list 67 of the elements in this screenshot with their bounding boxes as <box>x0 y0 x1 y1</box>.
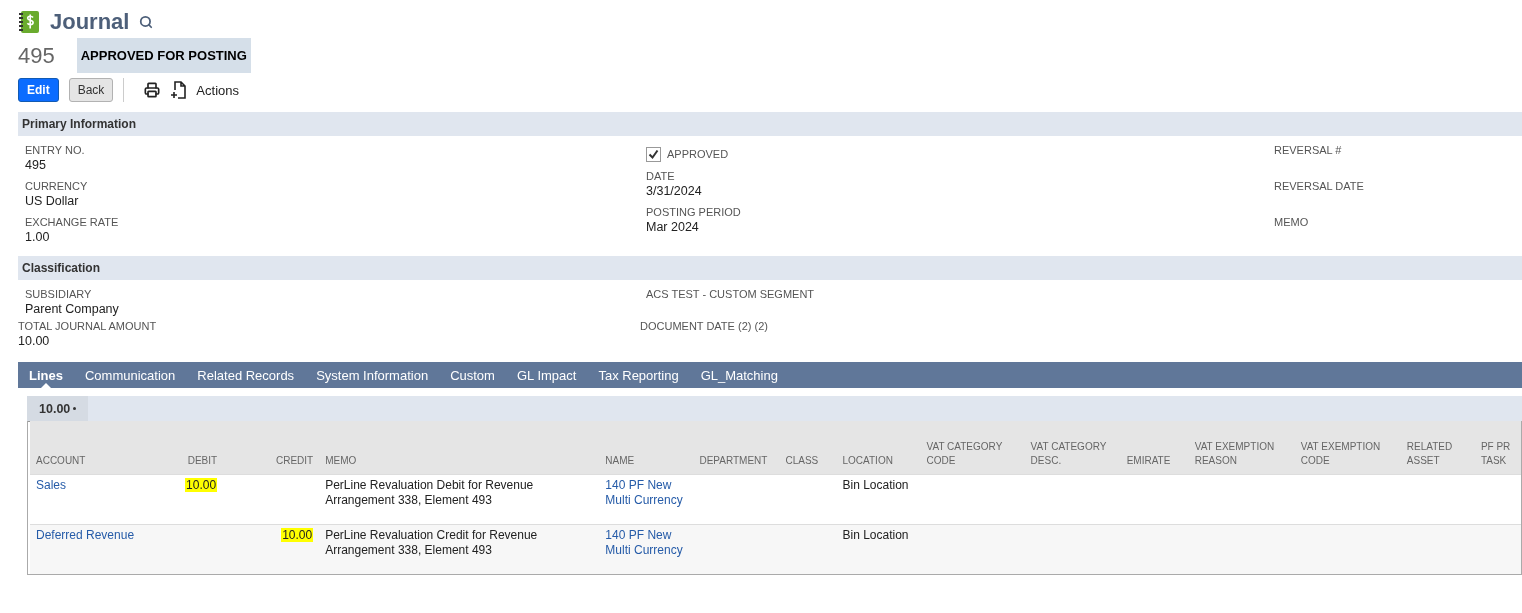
table-link[interactable]: Deferred Revenue <box>36 528 150 543</box>
tab[interactable]: Related Records <box>186 362 306 388</box>
search-icon[interactable] <box>139 15 154 29</box>
section-header[interactable]: Classification <box>18 256 1522 280</box>
section-header[interactable]: Primary Information <box>18 112 1522 136</box>
tab[interactable]: GL Impact <box>505 362 588 388</box>
tab[interactable]: Tax Reporting <box>587 362 690 388</box>
checkbox[interactable] <box>646 146 661 162</box>
field-value: Mar 2024 <box>646 220 700 234</box>
highlighted-amount: 10.00 <box>281 528 314 542</box>
field-label: CURRENCY <box>25 180 89 192</box>
record-number: 495 <box>18 42 55 69</box>
cell-text: PerLine Revaluation Credit for Revenue Arrangement 338, Element 493 <box>325 528 538 557</box>
edit-button[interactable]: Edit <box>18 78 59 102</box>
actions-menu[interactable]: Actions <box>196 82 239 98</box>
print-icon[interactable] <box>144 82 161 98</box>
field-label: REVERSAL # <box>1274 144 1343 156</box>
column-header: VAT CATEGORY DESC. <box>1024 421 1121 475</box>
field-value: US Dollar <box>25 194 80 208</box>
field-label: ACS TEST - CUSTOM SEGMENT <box>646 288 816 300</box>
cell-text: Bin Location <box>842 528 909 542</box>
column-header: PF PR TASK <box>1474 421 1521 475</box>
field-value: Parent Company <box>25 302 120 316</box>
field-value: 3/31/2024 <box>646 184 703 198</box>
field-label: DATE <box>646 170 676 182</box>
highlighted-amount: 10.00 <box>185 478 218 492</box>
page-title: Journal <box>50 9 130 35</box>
status-badge: APPROVED FOR POSTING <box>76 38 251 73</box>
ledger-book-icon <box>18 10 40 34</box>
column-header: DEBIT <box>155 421 224 475</box>
field-value: 495 <box>25 158 47 172</box>
field-label: POSTING PERIOD <box>646 206 742 218</box>
column-header: CLASS <box>779 421 837 475</box>
column-header: NAME <box>599 421 694 475</box>
field-label: MEMO <box>1274 216 1310 228</box>
column-header: LOCATION <box>836 421 921 475</box>
field-label: APPROVED <box>667 148 729 160</box>
column-header: ACCOUNT <box>30 421 156 475</box>
cell-text: Bin Location <box>842 478 909 492</box>
table-link[interactable]: 140 PF New Multi Currency <box>605 478 688 508</box>
tab[interactable]: System Information <box>305 362 440 388</box>
column-header: RELATED ASSET <box>1400 421 1475 475</box>
field-label: SUBSIDIARY <box>25 288 93 300</box>
field-label: DOCUMENT DATE (2) (2) <box>640 320 769 332</box>
column-header: EMIRATE <box>1120 421 1189 475</box>
cell-text: PerLine Revaluation Debit for Revenue Arrangement 338, Element 493 <box>325 478 534 507</box>
tab[interactable]: Lines <box>18 362 74 388</box>
tab[interactable]: Communication <box>73 362 187 388</box>
field-value: 1.00 <box>25 230 51 244</box>
column-header: VAT EXEMPTION REASON <box>1188 421 1295 475</box>
field-label: EXCHANGE RATE <box>25 216 120 228</box>
tab[interactable]: Custom <box>439 362 506 388</box>
table-link[interactable]: 140 PF New Multi Currency <box>605 528 688 558</box>
new-document-icon[interactable] <box>170 81 187 99</box>
back-button[interactable]: Back <box>68 78 114 102</box>
column-header: VAT EXEMPTION CODE <box>1294 421 1401 475</box>
tab[interactable]: GL_Matching <box>689 362 789 388</box>
field-label: REVERSAL DATE <box>1274 180 1365 192</box>
column-header: VAT CATEGORY CODE <box>920 421 1025 475</box>
subtab[interactable]: 10.00 <box>27 396 89 421</box>
column-header: MEMO <box>319 421 600 475</box>
field-label: ENTRY NO. <box>25 144 86 156</box>
table-link[interactable]: Sales <box>36 478 150 493</box>
field-value: 10.00 <box>18 334 51 348</box>
column-header: CREDIT <box>223 421 320 475</box>
field-label: TOTAL JOURNAL AMOUNT <box>18 320 158 332</box>
column-header: DEPARTMENT <box>693 421 780 475</box>
